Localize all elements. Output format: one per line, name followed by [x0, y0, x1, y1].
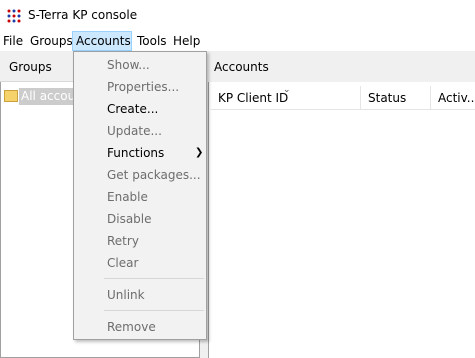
menu-item-functions[interactable]: Functions [107, 146, 164, 160]
menu-bar: File Groups Accounts Tools Help [0, 31, 475, 51]
accounts-dropdown-menu: Show... Properties... Create... Update..… [73, 51, 207, 340]
menu-item-create[interactable]: Create... [107, 102, 158, 116]
accounts-list[interactable]: KP Client ID ⌄ Status Activ... [208, 82, 475, 358]
app-icon [6, 8, 22, 24]
menu-item-clear[interactable]: Clear [107, 256, 138, 270]
title-bar: S-Terra KP console [0, 0, 475, 31]
column-kp-client-id-label: KP Client ID [218, 91, 289, 105]
menu-item-retry[interactable]: Retry [107, 234, 139, 248]
window-title: S-Terra KP console [28, 8, 138, 22]
menu-item-enable[interactable]: Enable [107, 190, 148, 204]
menu-tools[interactable]: Tools [134, 31, 170, 51]
menu-item-properties[interactable]: Properties... [107, 80, 179, 94]
menu-item-remove[interactable]: Remove [107, 320, 156, 334]
column-active-label: Activ... [438, 91, 475, 105]
menu-groups[interactable]: Groups [27, 31, 76, 51]
menu-file[interactable]: File [0, 31, 26, 51]
menu-item-unlink[interactable]: Unlink [107, 288, 145, 302]
column-status-label: Status [368, 91, 407, 105]
column-kp-client-id[interactable]: KP Client ID ⌄ [211, 85, 361, 110]
menu-help[interactable]: Help [170, 31, 203, 51]
menu-separator [104, 278, 204, 279]
menu-accounts[interactable]: Accounts [72, 31, 132, 51]
accounts-header: Accounts [208, 51, 475, 82]
menu-item-get-packages[interactable]: Get packages... [107, 168, 201, 182]
groups-header-label: Groups [9, 60, 52, 74]
menu-separator [104, 310, 204, 311]
column-status[interactable]: Status [361, 86, 431, 110]
submenu-arrow-icon: ❯ [195, 147, 204, 158]
column-active[interactable]: Activ... [431, 86, 475, 110]
menu-item-show[interactable]: Show... [107, 58, 150, 72]
menu-item-disable[interactable]: Disable [107, 212, 152, 226]
folder-icon [4, 90, 18, 102]
menu-item-update[interactable]: Update... [107, 124, 162, 138]
sort-indicator-icon: ⌄ [283, 85, 291, 95]
accounts-header-label: Accounts [214, 60, 269, 74]
